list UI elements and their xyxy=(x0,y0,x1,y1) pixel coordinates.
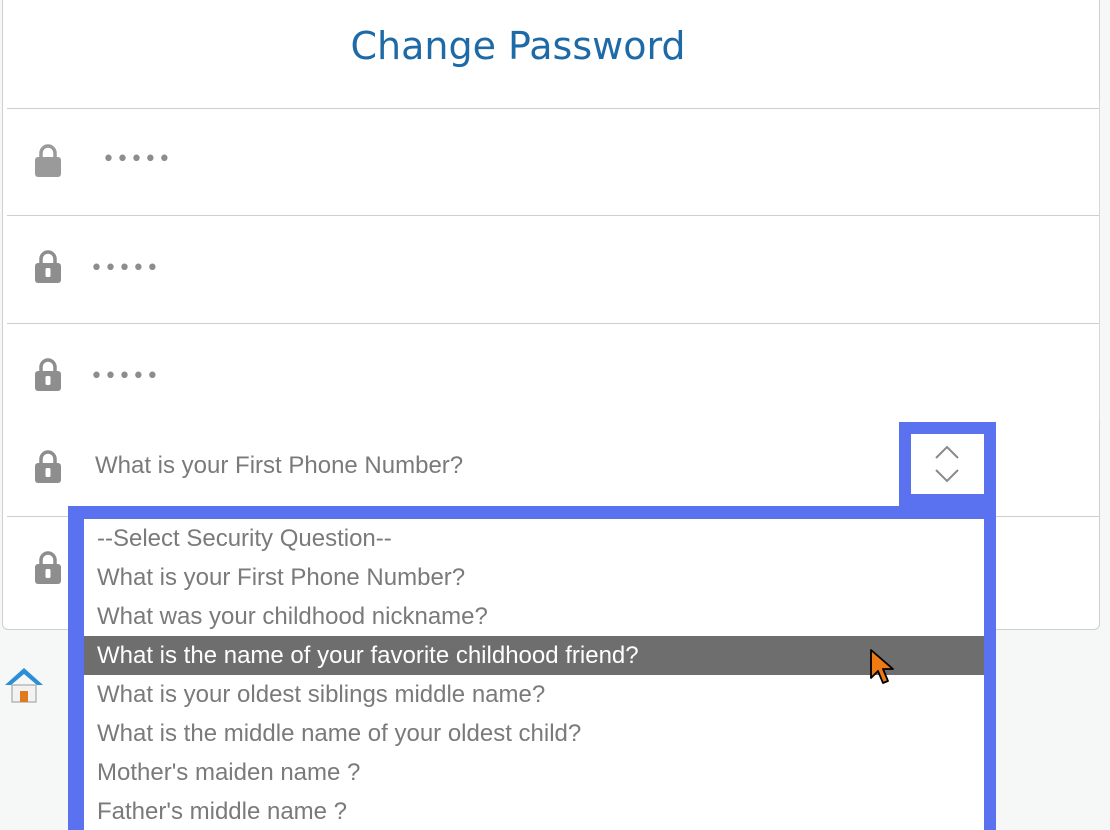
option-fathers-middle-name[interactable]: Father's middle name ? xyxy=(84,792,984,830)
card-right-edge xyxy=(1099,100,1100,420)
page-title: Change Password xyxy=(350,23,686,68)
option-first-phone-number[interactable]: What is your First Phone Number? xyxy=(84,558,984,597)
option-oldest-sibling-middle-name[interactable]: What is your oldest siblings middle name… xyxy=(84,675,984,714)
option-select-security-question[interactable]: --Select Security Question-- xyxy=(84,519,984,558)
mouse-pointer-icon xyxy=(870,649,894,684)
security-question-dropdown[interactable]: --Select Security Question-- What is you… xyxy=(68,506,996,830)
confirm-password-value: ••••• xyxy=(90,364,160,389)
current-password-field[interactable]: ••••• xyxy=(7,109,1099,216)
lock-icon xyxy=(35,358,61,391)
home-icon[interactable] xyxy=(3,665,45,705)
lock-icon xyxy=(35,450,61,483)
lock-icon xyxy=(35,250,61,283)
lock-icon xyxy=(35,144,61,177)
option-oldest-child-middle-name[interactable]: What is the middle name of your oldest c… xyxy=(84,714,984,753)
current-password-value: ••••• xyxy=(102,147,172,172)
security-question-spinner[interactable] xyxy=(899,422,996,506)
lock-icon xyxy=(35,551,61,584)
option-childhood-nickname[interactable]: What was your childhood nickname? xyxy=(84,597,984,636)
option-favorite-childhood-friend[interactable]: What is the name of your favorite childh… xyxy=(84,636,984,675)
up-down-chevron-icon xyxy=(935,445,959,483)
security-question-selected: What is your First Phone Number? xyxy=(95,452,464,479)
option-mothers-maiden-name[interactable]: Mother's maiden name ? xyxy=(84,753,984,792)
new-password-field[interactable]: ••••• xyxy=(7,216,1099,323)
new-password-value: ••••• xyxy=(90,256,160,281)
